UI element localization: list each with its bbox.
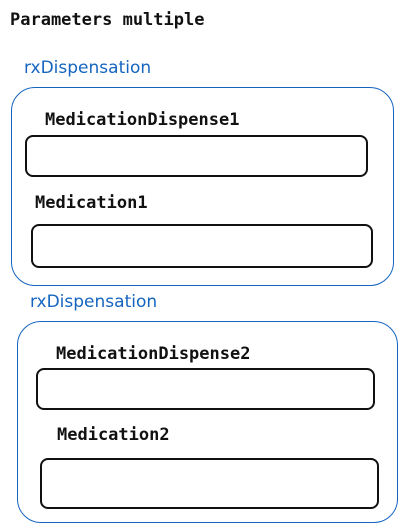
- field-label-medication-1: Medication1: [35, 193, 148, 213]
- group-label-2: rxDispensation: [30, 292, 158, 312]
- field-label-medication-dispense-1: MedicationDispense1: [45, 110, 240, 130]
- field-label-medication-dispense-2: MedicationDispense2: [56, 344, 251, 364]
- field-input-medication-2[interactable]: [40, 458, 379, 509]
- field-input-medication-dispense-1[interactable]: [25, 135, 368, 177]
- group-label-1: rxDispensation: [24, 58, 152, 78]
- page-title: Parameters multiple: [10, 10, 205, 30]
- field-input-medication-1[interactable]: [31, 224, 373, 268]
- field-input-medication-dispense-2[interactable]: [36, 368, 375, 410]
- field-label-medication-2: Medication2: [57, 425, 170, 445]
